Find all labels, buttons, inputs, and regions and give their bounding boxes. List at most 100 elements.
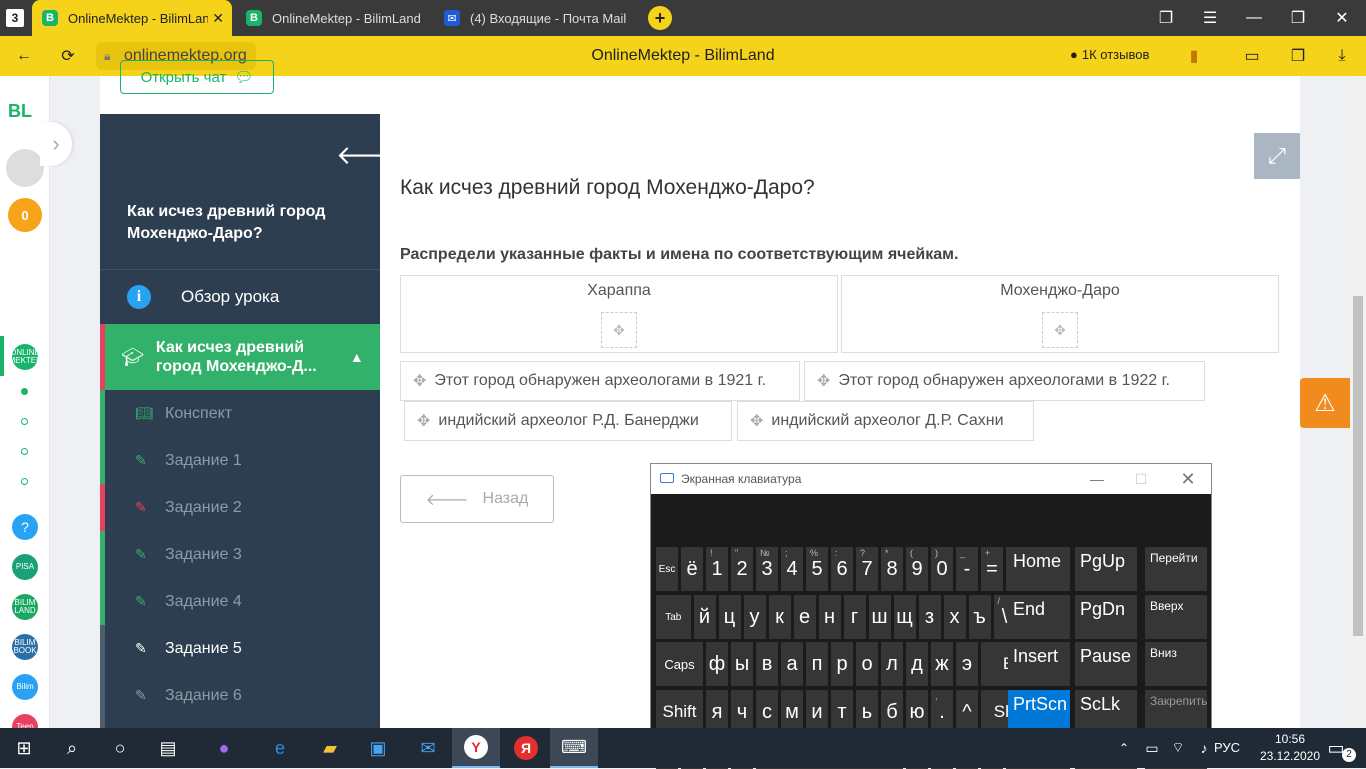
osk-key[interactable]: 0) xyxy=(931,547,953,591)
windows-start-icon[interactable]: ⊞ xyxy=(0,728,48,768)
sidebar-item-task-3[interactable]: ✎ Задание 3 xyxy=(105,531,380,578)
osk-key[interactable]: ъ xyxy=(968,595,991,639)
osk-key[interactable]: ы xyxy=(731,642,753,686)
fullscreen-expand-icon[interactable]: ⤢ xyxy=(1254,133,1300,179)
osk-key[interactable]: у xyxy=(743,595,766,639)
scrollbar-thumb[interactable] xyxy=(1353,296,1363,636)
mail-icon[interactable]: ✉ xyxy=(404,728,452,768)
osk-key[interactable]: 9( xyxy=(906,547,928,591)
rail-dot[interactable] xyxy=(21,478,28,485)
osk-taskbar-icon[interactable]: ⌨ xyxy=(550,728,598,768)
chevron-up-icon[interactable]: ▲ xyxy=(350,349,364,365)
app-icon-pisa[interactable]: PISA xyxy=(12,554,38,580)
bookmark-icon[interactable]: ▮ xyxy=(1182,44,1206,68)
close-icon[interactable]: ✕ xyxy=(1165,464,1211,494)
close-window-icon[interactable]: ✕ xyxy=(1320,0,1364,36)
restore-icon[interactable]: ❐ xyxy=(1276,0,1320,36)
yandex-browser-icon[interactable]: Y xyxy=(452,728,500,768)
osk-key[interactable]: 7? xyxy=(856,547,878,591)
menu-icon[interactable]: ☰ xyxy=(1188,0,1232,36)
osk-key[interactable]: о xyxy=(856,642,878,686)
edge-icon[interactable]: e xyxy=(256,728,304,768)
expand-rail-chevron-icon[interactable]: › xyxy=(40,122,72,166)
rail-dot[interactable] xyxy=(21,388,28,395)
osk-nav-key[interactable]: PgDn xyxy=(1075,595,1137,639)
drop-zone-harappa[interactable]: Хараппа ✥ xyxy=(400,275,838,353)
tab-onlinemektep[interactable]: B OnlineMektep - BilimLand xyxy=(236,0,431,36)
osk-key[interactable]: 5% xyxy=(806,547,828,591)
draggable-chip[interactable]: ✥ индийский археолог Д.Р. Сахни xyxy=(737,401,1034,441)
osk-key[interactable]: д xyxy=(906,642,928,686)
reviews-button[interactable]: ● 1К отзывов xyxy=(1070,42,1160,66)
osk-key[interactable]: - _ xyxy=(956,547,978,591)
sidebar-item-overview[interactable]: i Обзор урока xyxy=(100,269,380,323)
app-icon-bilim[interactable]: Bilim xyxy=(12,674,38,700)
yandex-icon[interactable]: Я xyxy=(502,728,550,768)
notifications-icon[interactable]: ▭ xyxy=(1312,728,1360,768)
drop-target-move-icon[interactable]: ✥ xyxy=(601,312,637,348)
osk-key[interactable]: 3 № xyxy=(756,547,778,591)
osk-key[interactable]: й xyxy=(693,595,716,639)
app-icon-bilimbook[interactable]: BILIM BOOK xyxy=(12,634,38,660)
store-icon[interactable]: ▣ xyxy=(354,728,402,768)
osk-key[interactable]: ш xyxy=(868,595,891,639)
report-warning-icon[interactable]: ⚠ xyxy=(1300,378,1350,428)
open-chat-button[interactable]: Открыть чат 💬︎ xyxy=(120,60,274,94)
osk-nav-key[interactable]: End xyxy=(1008,595,1070,639)
osk-nav-key[interactable]: Pause xyxy=(1075,642,1137,686)
drop-target-move-icon[interactable]: ✥ xyxy=(1042,312,1078,348)
osk-key[interactable]: = + xyxy=(981,547,1003,591)
sidebar-item-task-5[interactable]: ✎ Задание 5 xyxy=(105,625,380,672)
osk-key[interactable]: х xyxy=(943,595,966,639)
osk-key[interactable]: р xyxy=(831,642,853,686)
close-tab-icon[interactable]: ✕ xyxy=(212,10,224,27)
osk-nav-key[interactable]: Вниз xyxy=(1145,642,1207,686)
osk-key[interactable]: 8 * xyxy=(881,547,903,591)
osk-nav-key[interactable]: Вверх xyxy=(1145,595,1207,639)
osk-key[interactable]: ф xyxy=(706,642,728,686)
download-icon[interactable]: ⤓ xyxy=(1330,44,1354,68)
osk-key[interactable]: 2 " xyxy=(731,547,753,591)
tab-onlinemektep-active[interactable]: B OnlineMektep - BilimLand ✕ xyxy=(32,0,232,36)
osk-key[interactable]: н xyxy=(818,595,841,639)
osk-key[interactable]: 6: xyxy=(831,547,853,591)
draggable-chip[interactable]: ✥ Этот город обнаружен археологами в 192… xyxy=(400,361,800,401)
rail-dot[interactable] xyxy=(21,418,28,425)
app-icon-bilimland[interactable]: BILIM LAND xyxy=(12,594,38,620)
avatar[interactable] xyxy=(6,149,44,187)
tab-mail[interactable]: ✉ (4) Входящие - Почта Mail xyxy=(434,0,634,36)
osk-key[interactable]: а xyxy=(781,642,803,686)
drop-zone-mohenjo-daro[interactable]: Мохенджо-Даро ✥ xyxy=(841,275,1279,353)
osk-key[interactable]: г xyxy=(843,595,866,639)
osk-key[interactable]: в xyxy=(756,642,778,686)
sidebar-item-task-4[interactable]: ✎ Задание 4 xyxy=(105,578,380,625)
language-indicator[interactable]: РУС xyxy=(1214,740,1240,755)
new-tab-button[interactable]: + xyxy=(648,6,672,30)
bilimland-logo[interactable]: BL xyxy=(8,101,32,122)
osk-nav-key[interactable]: Insert xyxy=(1008,642,1070,686)
app-icon-onlinemektep[interactable]: ONLINE MEKTEP xyxy=(9,344,41,370)
osk-key[interactable]: л xyxy=(881,642,903,686)
cortana-icon[interactable]: ○ xyxy=(96,728,144,768)
osk-key[interactable]: Esc xyxy=(656,547,678,591)
osk-key[interactable]: э xyxy=(956,642,978,686)
draggable-chip[interactable]: ✥ индийский археолог Р.Д. Банерджи xyxy=(404,401,732,441)
back-button[interactable]: 🡐 Назад xyxy=(400,475,554,523)
window-counter-badge[interactable]: 3 xyxy=(6,9,24,27)
osk-key[interactable]: щ xyxy=(893,595,916,639)
battery-icon[interactable]: ▭ xyxy=(1240,44,1264,68)
minimize-icon[interactable]: — xyxy=(1074,464,1120,494)
back-arrow-icon[interactable]: 🡐 xyxy=(336,140,406,171)
file-explorer-icon[interactable]: ▰ xyxy=(306,728,354,768)
maximize-icon[interactable]: ☐ xyxy=(1118,464,1164,494)
osk-key[interactable]: п xyxy=(806,642,828,686)
tabs-menu-icon[interactable]: ❐ xyxy=(1144,0,1188,36)
osk-key[interactable]: к xyxy=(768,595,791,639)
clock-time[interactable]: 10:56 xyxy=(1262,732,1318,746)
sidebar-item-current-lesson[interactable]: 🎓︎ Как исчез древний город Мохенджо-Д...… xyxy=(100,324,380,390)
back-arrow-icon[interactable]: ← xyxy=(12,44,36,68)
sidebar-item-task-2[interactable]: ✎ Задание 2 xyxy=(105,484,380,531)
osk-key[interactable]: ё xyxy=(681,547,703,591)
page-scrollbar[interactable] xyxy=(1350,76,1366,728)
osk-nav-key[interactable]: PgUp xyxy=(1075,547,1137,591)
